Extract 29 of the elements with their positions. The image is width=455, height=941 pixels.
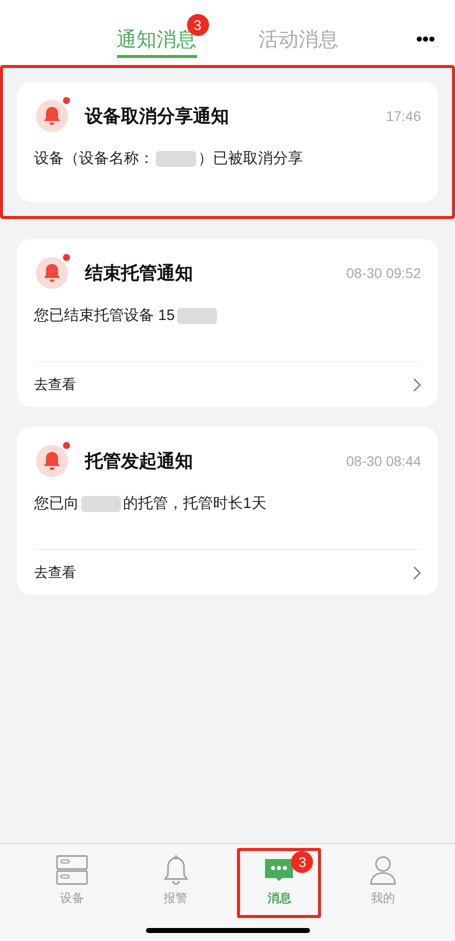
view-link[interactable]: 去查看 [34,562,76,583]
view-link[interactable]: 去查看 [34,374,76,395]
notification-card[interactable]: 结束托管通知 08-30 09:52 您已结束托管设备 15 去查看 [17,239,438,407]
count-badge: 3 [291,851,314,873]
blurred-redaction [176,308,217,324]
notification-time: 08-30 08:44 [346,452,421,470]
bell-icon [34,98,70,134]
notification-time: 08-30 09:52 [346,264,421,282]
message-text: 您已向 [34,494,79,514]
message-text: ）已被取消分享 [198,149,303,169]
notification-title: 设备取消分享通知 [85,104,230,128]
blurred-redaction [156,151,196,167]
chevron-right-icon [413,566,421,580]
person-icon [368,855,398,885]
bell-icon [34,255,70,291]
bell-icon [34,443,70,479]
notification-title: 托管发起通知 [85,450,194,472]
notification-card[interactable]: 设备取消分享通知 17:46 设备（设备名称： ）已被取消分享 [17,82,438,202]
message-text: 设备（设备名称： [34,149,154,169]
chevron-right-icon [413,378,421,392]
notification-title: 结束托管通知 [85,262,194,284]
message-text: 您已结束托管设备 15 [34,306,175,326]
cabinet-icon [56,855,88,885]
nav-tab[interactable]: 消息 3 [237,848,322,918]
message-text: 的托管，托管时长1天 [123,494,266,514]
blurred-redaction [81,496,121,512]
notification-card[interactable]: 托管发起通知 08-30 08:44 您已向 的托管，托管时长1天 去查看 [17,427,438,595]
more-button[interactable]: ••• [416,26,435,53]
notification-time: 17:46 [386,106,421,126]
